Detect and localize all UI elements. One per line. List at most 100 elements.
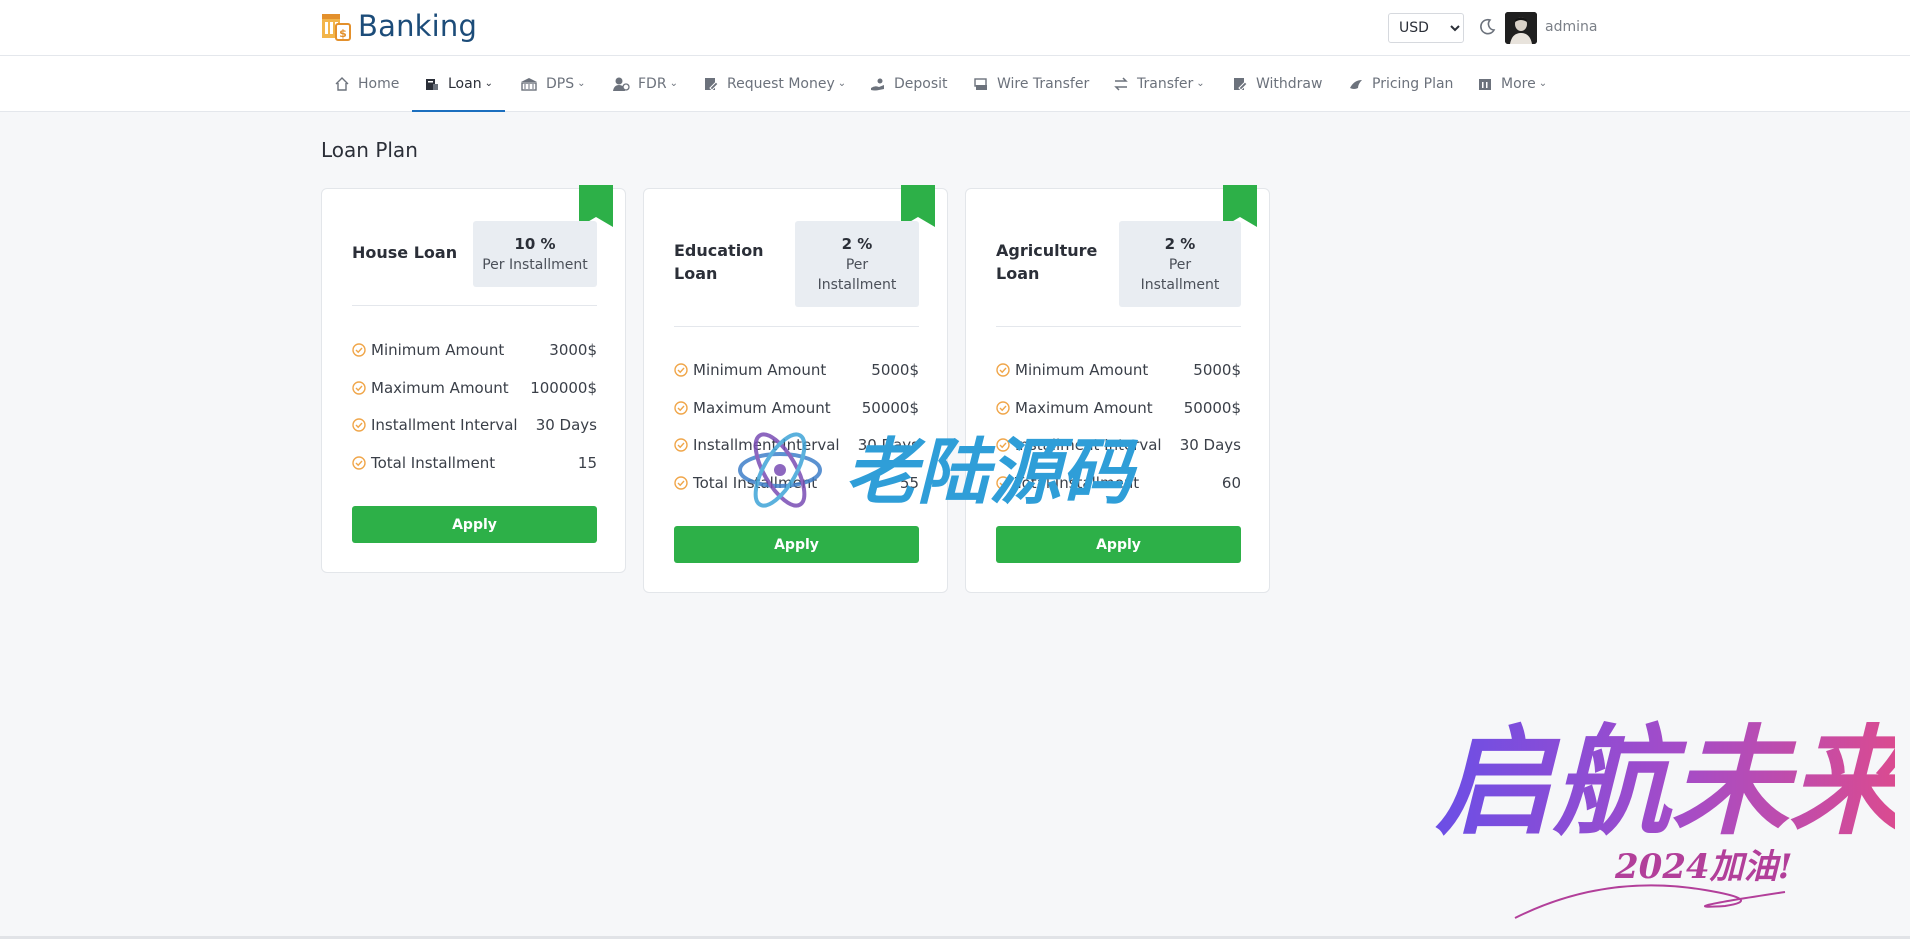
- nav-label: DPS: [546, 75, 575, 92]
- nav-label: Deposit: [894, 75, 948, 92]
- apply-button[interactable]: Apply: [352, 506, 597, 543]
- row-label: Total Installment: [693, 474, 818, 492]
- watermark-title: 启航未来: [1435, 712, 1895, 851]
- nav-label: More: [1501, 75, 1536, 92]
- nav-label: Transfer: [1137, 75, 1194, 92]
- plan-detail-row: Total Installment 55: [674, 471, 919, 495]
- nav-label: Withdraw: [1256, 75, 1323, 92]
- chevron-down-icon: ⌄: [669, 78, 678, 89]
- nav-request-money[interactable]: Request Money ⌄: [703, 56, 846, 111]
- row-value: 5000$: [1193, 361, 1241, 379]
- apply-button[interactable]: Apply: [996, 526, 1241, 563]
- brand-logo[interactable]: $ Banking: [320, 9, 477, 43]
- nav-fdr[interactable]: FDR ⌄: [612, 56, 678, 111]
- interest-rate-unit: Per Installment: [1140, 257, 1220, 293]
- row-label: Maximum Amount: [1015, 399, 1153, 417]
- nav-label: Home: [358, 75, 400, 92]
- check-circle-icon: [674, 401, 688, 415]
- chevron-down-icon: ⌄: [1196, 78, 1205, 89]
- plan-detail-row: Minimum Amount 3000$: [352, 338, 597, 362]
- currency-select[interactable]: USD: [1388, 13, 1464, 43]
- row-label: Installment Interval: [1015, 436, 1162, 454]
- check-circle-icon: [352, 456, 366, 470]
- row-label: Minimum Amount: [693, 361, 827, 379]
- check-circle-icon: [996, 401, 1010, 415]
- watermark-qihang: 启航未来 2024加油!: [1435, 712, 1895, 919]
- nav-label: Pricing Plan: [1372, 75, 1454, 92]
- interest-rate-box: 10 % Per Installment: [473, 221, 597, 287]
- row-label: Maximum Amount: [371, 379, 509, 397]
- divider: [996, 326, 1241, 327]
- bank-logo-icon: $: [322, 14, 351, 41]
- chevron-down-icon: ⌄: [484, 78, 493, 89]
- loan-plan-card-agriculture: Agriculture Loan 2 % Per Installment Min…: [965, 185, 1270, 593]
- interest-rate-box: 2 % Per Installment: [1119, 221, 1241, 307]
- request-money-icon: [705, 77, 719, 91]
- plan-detail-row: Minimum Amount 5000$: [996, 358, 1241, 382]
- row-value: 100000$: [530, 379, 597, 397]
- nav-deposit[interactable]: Deposit: [870, 56, 948, 111]
- nav-withdraw[interactable]: Withdraw: [1232, 56, 1322, 111]
- row-label: Installment Interval: [371, 416, 518, 434]
- chevron-down-icon: ⌄: [837, 78, 847, 89]
- pricing-plan-icon: [1350, 79, 1362, 89]
- chevron-down-icon: ⌄: [577, 78, 586, 89]
- nav-more[interactable]: More ⌄: [1477, 56, 1547, 111]
- page-title: Loan Plan: [321, 138, 418, 162]
- nav-loan[interactable]: Loan ⌄: [412, 56, 505, 112]
- check-circle-icon: [352, 418, 366, 432]
- row-value: 30 Days: [857, 436, 919, 454]
- check-circle-icon: [674, 438, 688, 452]
- plan-detail-row: Maximum Amount 50000$: [674, 396, 919, 420]
- check-circle-icon: [996, 438, 1010, 452]
- transfer-icon: [1114, 76, 1128, 91]
- plan-detail-row: Maximum Amount 100000$: [352, 376, 597, 400]
- interest-rate-box: 2 % Per Installment: [795, 221, 919, 307]
- plan-detail-row: Installment Interval 30 Days: [996, 433, 1241, 457]
- deposit-icon: [871, 78, 884, 90]
- row-value: 50000$: [1183, 399, 1241, 417]
- nav-label: Request Money: [727, 75, 835, 92]
- nav-dps[interactable]: DPS ⌄: [520, 56, 586, 111]
- row-value: 3000$: [549, 341, 597, 359]
- loan-plan-card-house: House Loan 10 % Per Installment Minimum …: [321, 185, 626, 573]
- row-label: Installment Interval: [693, 436, 840, 454]
- chevron-down-icon: ⌄: [1538, 78, 1548, 89]
- more-icon: [1479, 78, 1491, 90]
- nav-label: Loan: [448, 75, 482, 92]
- user-avatar[interactable]: [1505, 12, 1537, 44]
- withdraw-icon: [1234, 77, 1248, 91]
- check-circle-icon: [352, 381, 366, 395]
- main-nav: Home Loan ⌄ DPS ⌄ FDR ⌄ Request Money ⌄ …: [0, 56, 1910, 112]
- interest-rate: 2 %: [1164, 235, 1196, 253]
- top-header: $ Banking USD admina: [0, 0, 1910, 56]
- check-circle-icon: [674, 363, 688, 377]
- nav-label: Wire Transfer: [997, 75, 1090, 92]
- dark-mode-toggle-icon[interactable]: [1478, 18, 1496, 36]
- row-value: 30 Days: [1179, 436, 1241, 454]
- divider: [674, 326, 919, 327]
- row-value: 5000$: [871, 361, 919, 379]
- plan-detail-row: Minimum Amount 5000$: [674, 358, 919, 382]
- plan-detail-row: Total Installment 15: [352, 451, 597, 475]
- wire-transfer-icon: [974, 77, 987, 90]
- loan-plan-card-education: Education Loan 2 % Per Installment Minim…: [643, 185, 948, 593]
- plan-detail-row: Maximum Amount 50000$: [996, 396, 1241, 420]
- row-value: 30 Days: [535, 416, 597, 434]
- apply-button[interactable]: Apply: [674, 526, 919, 563]
- loan-icon: [426, 78, 438, 90]
- row-value: 15: [577, 454, 597, 472]
- row-label: Minimum Amount: [1015, 361, 1149, 379]
- check-circle-icon: [352, 343, 366, 357]
- plan-name: House Loan: [352, 243, 458, 262]
- check-circle-icon: [996, 363, 1010, 377]
- nav-pricing-plan[interactable]: Pricing Plan: [1348, 56, 1453, 111]
- user-name[interactable]: admina: [1545, 19, 1597, 35]
- nav-transfer[interactable]: Transfer ⌄: [1113, 56, 1205, 111]
- nav-wire-transfer[interactable]: Wire Transfer: [973, 56, 1089, 111]
- plan-detail-row: Total Installment 60: [996, 471, 1241, 495]
- nav-home[interactable]: Home: [334, 56, 399, 111]
- avatar-image: [1505, 12, 1537, 44]
- check-circle-icon: [996, 476, 1010, 490]
- interest-rate-unit: Per Installment: [482, 257, 588, 273]
